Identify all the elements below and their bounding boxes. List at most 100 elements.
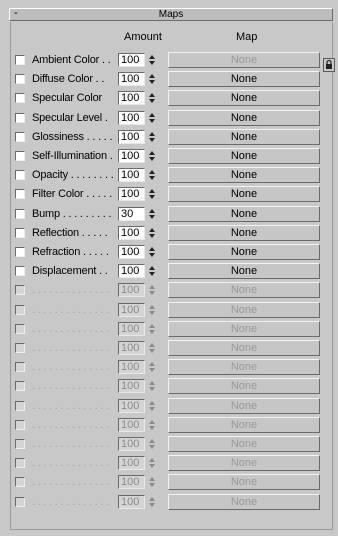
map-enable-checkbox[interactable] [15,324,25,334]
spinner-down-icon[interactable] [149,445,155,449]
map-enable-checkbox[interactable] [15,458,25,468]
map-enable-checkbox[interactable] [15,420,25,430]
spinner-up-icon[interactable] [149,170,155,174]
map-slot-button[interactable]: None [168,90,320,106]
amount-input[interactable]: 100 [118,456,145,470]
amount-spinner[interactable] [148,245,157,259]
amount-spinner[interactable] [148,226,157,240]
spinner-up-icon[interactable] [149,362,155,366]
spinner-up-icon[interactable] [149,151,155,155]
spinner-up-icon[interactable] [149,381,155,385]
amount-input[interactable]: 100 [118,399,145,413]
spinner-down-icon[interactable] [149,119,155,123]
map-slot-button[interactable]: None [168,455,320,471]
map-slot-button[interactable]: None [168,398,320,414]
map-slot-button[interactable]: None [168,474,320,490]
map-slot-button[interactable]: None [168,282,320,298]
map-enable-checkbox[interactable] [15,401,25,411]
spinner-down-icon[interactable] [149,234,155,238]
map-slot-button[interactable]: None [168,378,320,394]
map-enable-checkbox[interactable] [15,362,25,372]
amount-input[interactable]: 100 [118,53,145,67]
map-enable-checkbox[interactable] [15,55,25,65]
map-enable-checkbox[interactable] [15,247,25,257]
maps-rollout-header[interactable]: - Maps [9,7,333,21]
map-enable-checkbox[interactable] [15,381,25,391]
map-slot-button[interactable]: None [168,302,320,318]
amount-input[interactable]: 100 [118,437,145,451]
map-slot-button[interactable]: None [168,263,320,279]
amount-input[interactable]: 100 [118,91,145,105]
map-slot-button[interactable]: None [168,148,320,164]
amount-input[interactable]: 100 [118,72,145,86]
amount-input[interactable]: 100 [118,322,145,336]
spinner-down-icon[interactable] [149,99,155,103]
amount-input[interactable]: 100 [118,341,145,355]
amount-spinner[interactable] [148,130,157,144]
spinner-up-icon[interactable] [149,132,155,136]
spinner-up-icon[interactable] [149,477,155,481]
amount-spinner[interactable] [148,187,157,201]
map-slot-button[interactable]: None [168,167,320,183]
amount-input[interactable]: 30 [118,207,145,221]
spinner-up-icon[interactable] [149,458,155,462]
amount-input[interactable]: 100 [118,130,145,144]
amount-input[interactable]: 100 [118,379,145,393]
amount-spinner[interactable] [148,283,157,297]
spinner-up-icon[interactable] [149,420,155,424]
amount-spinner[interactable] [148,149,157,163]
map-enable-checkbox[interactable] [15,343,25,353]
map-slot-button[interactable]: None [168,71,320,87]
amount-spinner[interactable] [148,341,157,355]
spinner-up-icon[interactable] [149,228,155,232]
amount-spinner[interactable] [148,264,157,278]
map-enable-checkbox[interactable] [15,285,25,295]
amount-input[interactable]: 100 [118,187,145,201]
spinner-down-icon[interactable] [149,138,155,142]
spinner-down-icon[interactable] [149,368,155,372]
spinner-down-icon[interactable] [149,80,155,84]
amount-input[interactable]: 100 [118,495,145,509]
spinner-up-icon[interactable] [149,209,155,213]
spinner-up-icon[interactable] [149,439,155,443]
amount-input[interactable]: 100 [118,283,145,297]
amount-spinner[interactable] [148,303,157,317]
map-slot-button[interactable]: None [168,494,320,510]
amount-spinner[interactable] [148,475,157,489]
spinner-down-icon[interactable] [149,503,155,507]
amount-spinner[interactable] [148,399,157,413]
amount-input[interactable]: 100 [118,111,145,125]
spinner-down-icon[interactable] [149,330,155,334]
amount-spinner[interactable] [148,360,157,374]
spinner-down-icon[interactable] [149,215,155,219]
amount-input[interactable]: 100 [118,360,145,374]
amount-spinner[interactable] [148,207,157,221]
spinner-down-icon[interactable] [149,157,155,161]
spinner-up-icon[interactable] [149,401,155,405]
spinner-up-icon[interactable] [149,324,155,328]
map-enable-checkbox[interactable] [15,170,25,180]
spinner-up-icon[interactable] [149,343,155,347]
spinner-up-icon[interactable] [149,74,155,78]
spinner-up-icon[interactable] [149,93,155,97]
map-enable-checkbox[interactable] [15,439,25,449]
map-slot-button[interactable]: None [168,321,320,337]
map-slot-button[interactable]: None [168,225,320,241]
map-enable-checkbox[interactable] [15,93,25,103]
amount-input[interactable]: 100 [118,475,145,489]
amount-spinner[interactable] [148,379,157,393]
amount-input[interactable]: 100 [118,149,145,163]
map-enable-checkbox[interactable] [15,113,25,123]
spinner-down-icon[interactable] [149,349,155,353]
amount-spinner[interactable] [148,168,157,182]
spinner-down-icon[interactable] [149,253,155,257]
amount-spinner[interactable] [148,91,157,105]
spinner-down-icon[interactable] [149,387,155,391]
amount-input[interactable]: 100 [118,303,145,317]
map-enable-checkbox[interactable] [15,74,25,84]
map-enable-checkbox[interactable] [15,151,25,161]
map-enable-checkbox[interactable] [15,497,25,507]
map-enable-checkbox[interactable] [15,305,25,315]
amount-spinner[interactable] [148,53,157,67]
map-enable-checkbox[interactable] [15,266,25,276]
